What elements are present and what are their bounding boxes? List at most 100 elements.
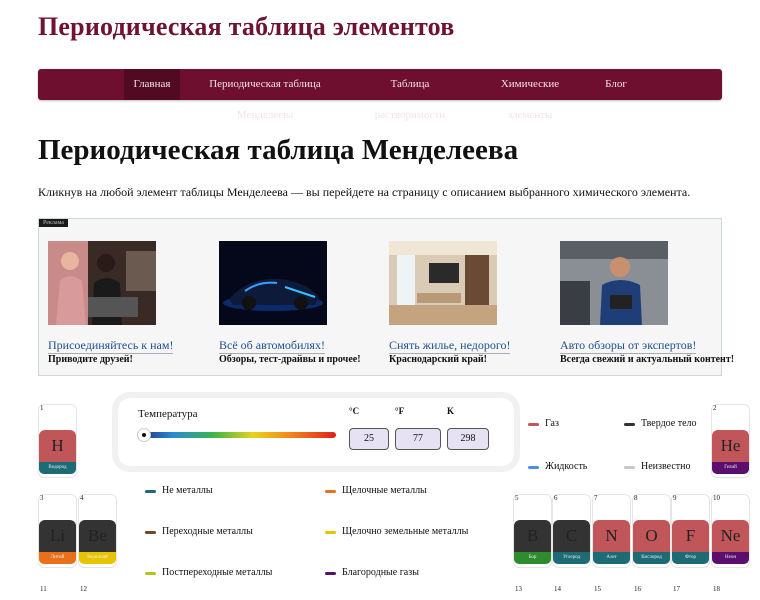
element-symbol: Be (79, 520, 116, 552)
unit-fahrenheit: °F (395, 406, 405, 416)
nav-item-home[interactable]: Главная (124, 69, 180, 100)
ad-card[interactable] (389, 241, 549, 325)
element-number: 1 (40, 404, 44, 412)
element-name: Кислород (633, 552, 670, 564)
element-number: 14 (554, 585, 561, 593)
ad-link-title[interactable]: Присоединяйтесь к нам! (48, 338, 174, 354)
legend-post-transition-swatch (145, 572, 156, 575)
main-navbar: Главная Периодическая таблица Менделеева… (38, 69, 722, 121)
nav-item-chemical-elements[interactable]: Химические элементы (478, 69, 582, 121)
element-symbol: O (633, 520, 670, 552)
element-cell-ar[interactable]: 18 (712, 585, 749, 600)
element-symbol: C (553, 520, 590, 552)
legend-solid-label: Твердое тело (641, 418, 697, 429)
ad-card[interactable] (219, 241, 379, 325)
ad-image-car[interactable] (219, 241, 327, 325)
legend-nonmetals-label: Не металлы (162, 485, 213, 496)
element-cell-n[interactable]: 7 N Азот (592, 494, 631, 568)
element-cell-p[interactable]: 15 (593, 585, 630, 600)
element-number: 2 (713, 404, 717, 412)
site-title[interactable]: Периодическая таблица элементов (38, 12, 454, 42)
element-name: Фтор (672, 552, 709, 564)
ad-subtitle: Приводите друзей! (48, 354, 133, 365)
legend-nonmetals-swatch (145, 490, 156, 493)
legend-alkaline-earth-label: Щелочно земельные металлы (342, 526, 469, 537)
temperature-slider-track[interactable] (138, 432, 336, 438)
nav-item-solubility-table[interactable]: Таблица растворимости (356, 69, 464, 121)
nav-item-blog[interactable]: Блог (598, 69, 634, 100)
element-number: 9 (673, 494, 677, 502)
ad-link-title[interactable]: Снять жилье, недорого! (389, 338, 511, 354)
legend-post-transition-label: Постпереходные металлы (162, 567, 273, 578)
element-symbol: F (672, 520, 709, 552)
ad-card[interactable] (48, 241, 208, 325)
element-name: Гелий (712, 462, 749, 474)
element-name: Бериллий (79, 552, 116, 564)
ad-subtitle: Всегда свежий и актуальный контент! (560, 354, 735, 365)
element-symbol: He (712, 430, 749, 462)
element-number: 13 (515, 585, 522, 593)
legend-gas-swatch (528, 423, 539, 426)
ad-image-people[interactable] (48, 241, 156, 325)
element-cell-b[interactable]: 5 B Бор (513, 494, 552, 568)
legend-unknown-swatch (624, 466, 635, 469)
ad-label: Реклама (39, 219, 68, 227)
ad-image-interior[interactable] (389, 241, 497, 325)
legend-transition-label: Переходные металлы (162, 526, 253, 537)
temperature-slider-handle[interactable] (136, 428, 151, 442)
element-cell-f[interactable]: 9 F Фтор (671, 494, 710, 568)
element-cell-o[interactable]: 8 O Кислород (632, 494, 671, 568)
ad-image-mechanic[interactable] (560, 241, 668, 325)
kelvin-input[interactable]: 298 (447, 428, 489, 450)
celsius-input[interactable]: 25 (349, 428, 389, 450)
legend-solid-swatch (624, 423, 635, 426)
element-number: 6 (554, 494, 558, 502)
intro-text: Кликнув на любой элемент таблицы Менделе… (38, 185, 691, 199)
element-cell-al[interactable]: 13 (514, 585, 551, 600)
element-cell-s[interactable]: 16 (633, 585, 670, 600)
element-cell-h[interactable]: 1 H Водород (38, 404, 77, 478)
element-cell-be[interactable]: 4 Be Бериллий (78, 494, 117, 568)
element-name: Азот (593, 552, 630, 564)
legend-alkali-label: Щелочные металлы (342, 485, 427, 496)
element-cell-cl[interactable]: 17 (672, 585, 709, 600)
element-symbol: N (593, 520, 630, 552)
element-name: Неон (712, 552, 749, 564)
element-cell-he[interactable]: 2 He Гелий (711, 404, 750, 478)
element-number: 15 (594, 585, 601, 593)
nav-item-periodic-table[interactable]: Периодическая таблица Менделеева (184, 69, 346, 121)
temperature-label: Температура (138, 408, 198, 420)
ad-link-title[interactable]: Авто обзоры от экспертов! (560, 338, 697, 354)
ad-link-title[interactable]: Всё об автомобилях! (219, 338, 325, 354)
element-number: 5 (515, 494, 519, 502)
fahrenheit-input[interactable]: 77 (395, 428, 441, 450)
element-number: 10 (713, 494, 720, 502)
unit-celsius: °C (349, 406, 360, 416)
legend-noble-gases-swatch (325, 572, 336, 575)
page-title: Периодическая таблица Менделеева (38, 134, 519, 166)
element-symbol: B (514, 520, 551, 552)
ad-subtitle: Обзоры, тест-драйвы и прочее! (219, 354, 361, 365)
element-cell-ne[interactable]: 10 Ne Неон (711, 494, 750, 568)
ad-card[interactable] (560, 241, 720, 325)
element-number: 18 (713, 585, 720, 593)
element-cell-c[interactable]: 6 C Углерод (552, 494, 591, 568)
element-number: 16 (634, 585, 641, 593)
element-number: 3 (40, 494, 44, 502)
legend-liquid-swatch (528, 466, 539, 469)
element-cell-si[interactable]: 14 (553, 585, 590, 600)
element-cell-li[interactable]: 3 Li Литий (38, 494, 77, 568)
element-number: 7 (594, 494, 598, 502)
element-symbol: Ne (712, 520, 749, 552)
element-number: 8 (634, 494, 638, 502)
element-name: Водород (39, 462, 76, 474)
ad-subtitle: Краснодарский край! (389, 354, 487, 365)
element-number: 4 (80, 494, 84, 502)
element-cell-na[interactable]: 11 (39, 585, 76, 600)
element-symbol: Li (39, 520, 76, 552)
element-symbol: H (39, 430, 76, 462)
unit-kelvin: K (447, 406, 455, 416)
element-cell-mg[interactable]: 12 (79, 585, 116, 600)
legend-unknown-label: Неизвестно (641, 461, 691, 472)
legend-liquid-label: Жидкость (545, 461, 588, 472)
